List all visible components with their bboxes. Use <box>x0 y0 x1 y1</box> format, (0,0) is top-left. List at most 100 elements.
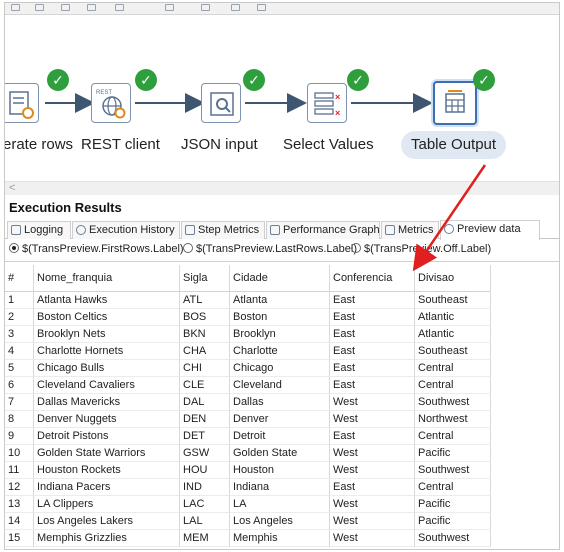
table-cell: Southeast <box>415 292 491 309</box>
check-icon: ✓ <box>243 69 265 91</box>
canvas-horizontal-scrollbar[interactable]: < <box>5 181 559 195</box>
radio-first-rows[interactable]: $(TransPreview.FirstRows.Label) <box>9 243 184 255</box>
toolbar-button[interactable] <box>257 4 266 11</box>
tab-metrics[interactable]: Metrics <box>381 221 439 239</box>
table-cell: Pacific <box>415 513 491 530</box>
tab-label: Metrics <box>398 224 434 236</box>
column-header[interactable]: Conferencia <box>330 265 415 292</box>
table-cell: HOU <box>180 462 230 479</box>
transformation-canvas[interactable]: ✓ erate rows REST ✓ REST client ✓ JSON i… <box>5 15 559 180</box>
radio-label: $(TransPreview.Off.Label) <box>364 243 492 255</box>
selected-step-label: Table Output <box>401 131 507 159</box>
table-row[interactable]: 6 Cleveland Cavaliers CLE Cleveland East… <box>5 377 491 394</box>
tab-label: Logging <box>24 224 64 236</box>
table-cell: Memphis <box>230 530 330 547</box>
step-label: Select Values <box>283 136 374 153</box>
table-row[interactable]: 13 LA Clippers LAC LA West Pacific <box>5 496 491 513</box>
table-row[interactable]: 1 Atlanta Hawks ATL Atlanta East Southea… <box>5 292 491 309</box>
svg-text:×: × <box>335 108 340 118</box>
toolbar-button[interactable] <box>165 4 174 11</box>
table-row[interactable]: 11 Houston Rockets HOU Houston West Sout… <box>5 462 491 479</box>
table-cell: West <box>330 445 415 462</box>
table-row[interactable]: 4 Charlotte Hornets CHA Charlotte East S… <box>5 343 491 360</box>
table-cell: DAL <box>180 394 230 411</box>
radio-off[interactable]: $(TransPreview.Off.Label) <box>351 243 491 255</box>
history-icon <box>76 225 86 235</box>
row-number: 9 <box>5 428 34 445</box>
table-header-row: # Nome_franquia Sigla Cidade Conferencia… <box>5 265 491 292</box>
table-row[interactable]: 5 Chicago Bulls CHI Chicago East Central <box>5 360 491 377</box>
table-cell: Houston <box>230 462 330 479</box>
table-cell: Charlotte <box>230 343 330 360</box>
table-cell: Dallas Mavericks <box>34 394 180 411</box>
table-cell: Southeast <box>415 343 491 360</box>
row-number: 15 <box>5 530 34 547</box>
table-cell: West <box>330 462 415 479</box>
table-cell: Central <box>415 428 491 445</box>
step-label: erate rows <box>5 136 74 153</box>
toolbar-button[interactable] <box>115 4 124 11</box>
table-cell: Atlanta <box>230 292 330 309</box>
table-cell: Pacific <box>415 496 491 513</box>
table-cell: Indiana Pacers <box>34 479 180 496</box>
toolbar-button[interactable] <box>201 4 210 11</box>
table-cell: West <box>330 496 415 513</box>
tab-step-metrics[interactable]: Step Metrics <box>181 221 265 239</box>
table-cell: Northwest <box>415 411 491 428</box>
table-cell: Brooklyn Nets <box>34 326 180 343</box>
column-header[interactable]: Cidade <box>230 265 330 292</box>
table-cell: DEN <box>180 411 230 428</box>
toolbar-button[interactable] <box>61 4 70 11</box>
table-cell: West <box>330 394 415 411</box>
tab-performance-graph[interactable]: Performance Graph <box>266 221 380 239</box>
radio-unchecked-icon <box>183 243 193 253</box>
table-cell: Chicago Bulls <box>34 360 180 377</box>
table-row[interactable]: 12 Indiana Pacers IND Indiana East Centr… <box>5 479 491 496</box>
tab-logging[interactable]: Logging <box>7 221 71 239</box>
table-cell: Denver Nuggets <box>34 411 180 428</box>
divider <box>5 261 559 262</box>
table-row[interactable]: 3 Brooklyn Nets BKN Brooklyn East Atlant… <box>5 326 491 343</box>
column-header[interactable]: Nome_franquia <box>34 265 180 292</box>
toolbar-button[interactable] <box>87 4 96 11</box>
row-number: 7 <box>5 394 34 411</box>
table-cell: East <box>330 309 415 326</box>
table-cell: LAL <box>180 513 230 530</box>
preview-data-table[interactable]: # Nome_franquia Sigla Cidade Conferencia… <box>5 265 559 549</box>
column-header[interactable]: Sigla <box>180 265 230 292</box>
table-cell: Pacific <box>415 445 491 462</box>
step-label: REST client <box>81 136 160 153</box>
toolbar-button[interactable] <box>231 4 240 11</box>
column-header[interactable]: # <box>5 265 34 292</box>
toolbar <box>5 3 559 15</box>
step-label: JSON input <box>181 136 258 153</box>
table-cell: Charlotte Hornets <box>34 343 180 360</box>
tab-preview-data[interactable]: Preview data <box>440 220 540 240</box>
toolbar-button[interactable] <box>11 4 20 11</box>
radio-label: $(TransPreview.FirstRows.Label) <box>22 243 184 255</box>
table-cell: Boston Celtics <box>34 309 180 326</box>
table-row[interactable]: 8 Denver Nuggets DEN Denver West Northwe… <box>5 411 491 428</box>
table-cell: Los Angeles <box>230 513 330 530</box>
radio-last-rows[interactable]: $(TransPreview.LastRows.Label) <box>183 243 357 255</box>
toolbar-button[interactable] <box>35 4 44 11</box>
table-cell: ATL <box>180 292 230 309</box>
radio-unchecked-icon <box>351 243 361 253</box>
table-row[interactable]: 2 Boston Celtics BOS Boston East Atlanti… <box>5 309 491 326</box>
row-number: 11 <box>5 462 34 479</box>
table-row[interactable]: 9 Detroit Pistons DET Detroit East Centr… <box>5 428 491 445</box>
table-row[interactable]: 15 Memphis Grizzlies MEM Memphis West So… <box>5 530 491 547</box>
table-row[interactable]: 14 Los Angeles Lakers LAL Los Angeles We… <box>5 513 491 530</box>
table-row[interactable]: 10 Golden State Warriors GSW Golden Stat… <box>5 445 491 462</box>
tab-execution-history[interactable]: Execution History <box>72 221 180 239</box>
table-cell: Atlanta Hawks <box>34 292 180 309</box>
table-row[interactable]: 7 Dallas Mavericks DAL Dallas West South… <box>5 394 491 411</box>
pdi-window: ✓ erate rows REST ✓ REST client ✓ JSON i… <box>4 2 560 550</box>
rest-client-icon: REST <box>91 83 131 123</box>
check-icon: ✓ <box>347 69 369 91</box>
scroll-left-icon[interactable]: < <box>9 182 15 194</box>
table-cell: Southwest <box>415 462 491 479</box>
tab-label: Execution History <box>89 224 175 236</box>
column-header[interactable]: Divisao <box>415 265 491 292</box>
row-number: 12 <box>5 479 34 496</box>
